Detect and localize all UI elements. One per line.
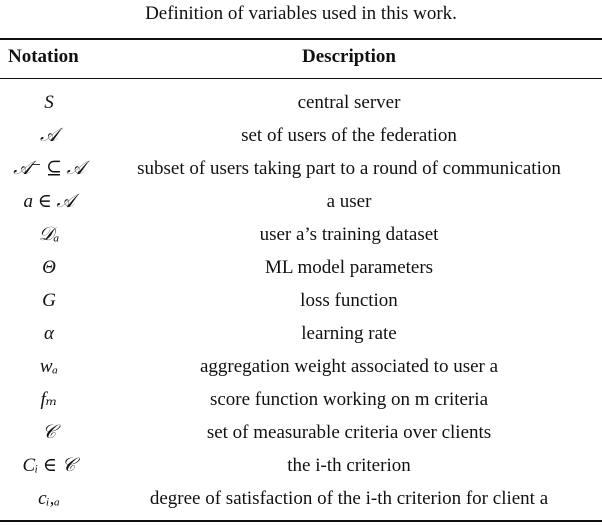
table-row: a ∈ 𝒜 a user [0, 185, 602, 218]
description-cell: learning rate [301, 323, 397, 344]
table-caption: Definition of variables used in this wor… [145, 3, 457, 24]
description-cell: aggregation weight associated to user a [199, 356, 499, 377]
notation-cell: α [44, 323, 54, 344]
description-cell: set of users of the federation [241, 125, 457, 146]
notation-cell: Θ [42, 257, 56, 278]
description-cell: ML model parameters [264, 257, 434, 278]
description-cell: loss function [300, 290, 398, 311]
notation-cell: wₐ [39, 356, 59, 377]
table-row: 𝒞set of measurable criteria over clients [0, 416, 602, 449]
table-row: wₐ aggregation weight associated to user … [0, 350, 602, 383]
table-row: 𝒜⁻ ⊆ 𝒜 subset of users taking part to a r… [0, 152, 602, 185]
description-cell: subset of users taking part to a round o… [137, 158, 561, 179]
table-row: 𝒟ₐ user a’s training dataset [0, 218, 602, 251]
description-cell: a user [326, 191, 372, 212]
table-row: Θ ML model parameters [0, 251, 602, 284]
table-row: Cᵢ ∈ 𝒞 the i-th criterion [0, 449, 602, 482]
table-row: cᵢ,ₐ degree of satisfaction of the i-th c… [0, 482, 602, 515]
notation-cell: cᵢ,ₐ [38, 488, 60, 509]
notation-cell: Cᵢ ∈ 𝒞 [22, 455, 76, 476]
header-notation: Notation [8, 46, 79, 67]
description-cell: degree of satisfaction of the i-th crite… [149, 488, 549, 509]
table-row: Gloss function [0, 284, 602, 317]
notation-cell: 𝒜⁻ ⊆ 𝒜 [13, 158, 85, 179]
description-cell: central server [297, 92, 401, 113]
table-header: Notation Description [0, 46, 602, 74]
notation-cell: fₘ [40, 389, 58, 410]
bottom-rule [0, 520, 602, 522]
header-description: Description [302, 46, 396, 67]
notation-cell: a ∈ 𝒜 [23, 191, 75, 212]
description-cell: user a’s training dataset [259, 224, 439, 245]
notation-cell: 𝒜 [40, 125, 58, 146]
header-rule [0, 78, 602, 79]
table-row: 𝒜set of users of the federation [0, 119, 602, 152]
notation-cell: G [42, 290, 56, 311]
notation-cell: 𝒞 [42, 422, 56, 443]
table-row: Scentral server [0, 86, 602, 119]
description-cell: score function working on m criteria [209, 389, 489, 410]
description-cell: the i-th criterion [287, 455, 411, 476]
description-cell: set of measurable criteria over clients [206, 422, 492, 443]
table-row: fₘ score function working on m criteria [0, 383, 602, 416]
notation-cell: 𝒟ₐ [38, 224, 60, 245]
table-body: Scentral server 𝒜set of users of the fed… [0, 86, 602, 515]
top-rule [0, 38, 602, 40]
notation-cell: S [44, 92, 54, 113]
table-row: α learning rate [0, 317, 602, 350]
